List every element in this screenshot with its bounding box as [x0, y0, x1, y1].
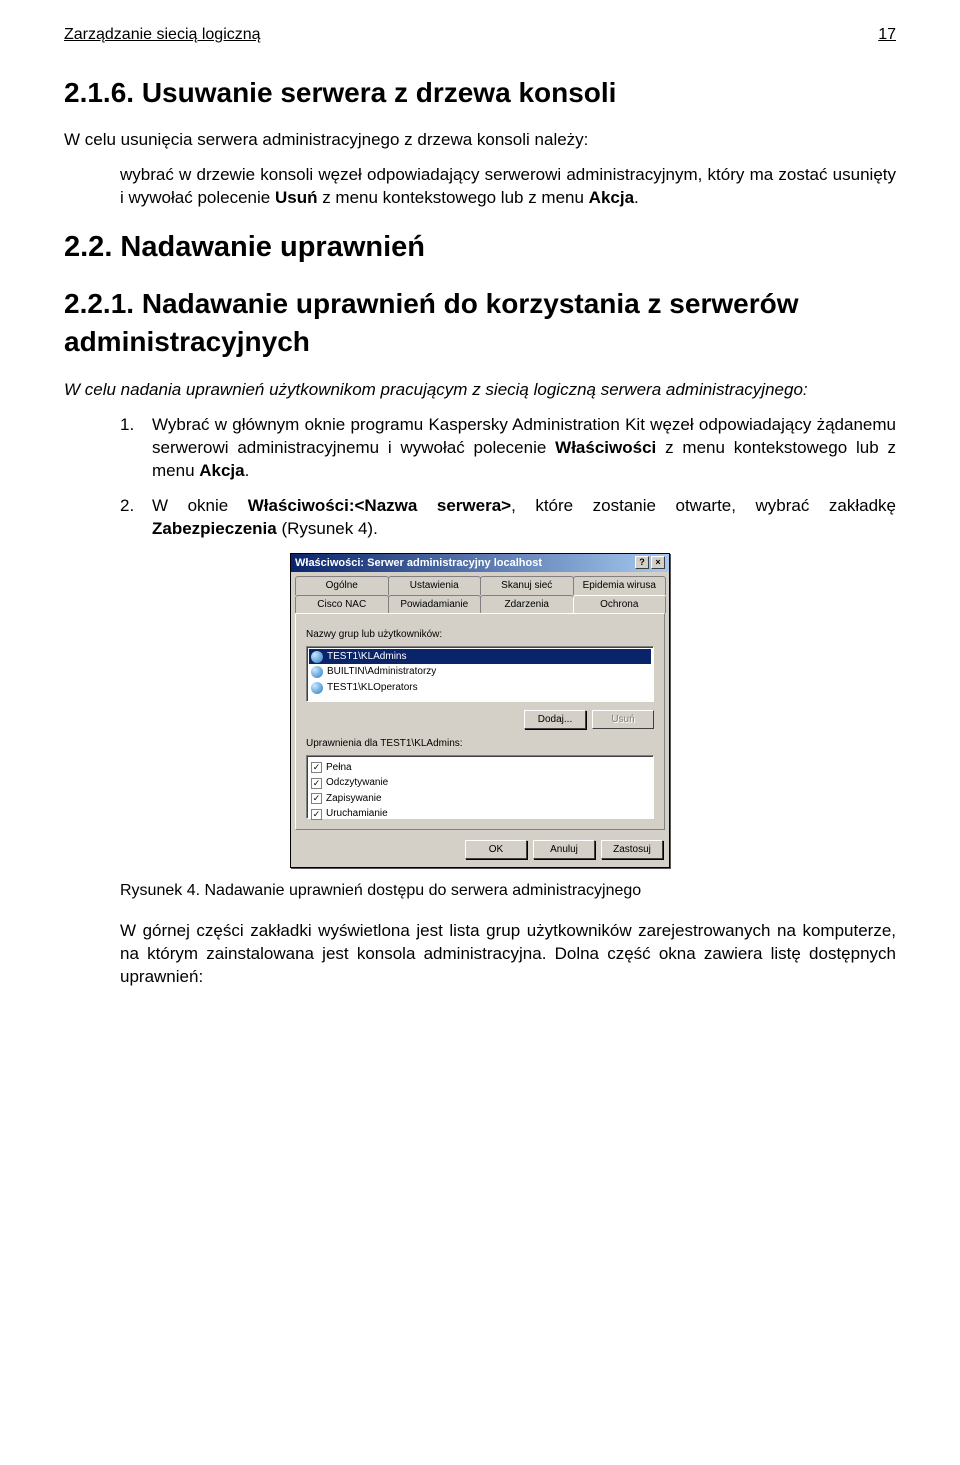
group-item-kladmins[interactable]: TEST1\KLAdmins [309, 649, 651, 665]
group-icon [311, 682, 323, 694]
dialog-footer: OK Anuluj Zastosuj [291, 834, 669, 868]
figure-4: Właściwości: Serwer administracyjny loca… [64, 553, 896, 869]
page-header: Zarządzanie siecią logiczną 17 [64, 24, 896, 46]
properties-dialog: Właściwości: Serwer administracyjny loca… [290, 553, 670, 869]
permissions-list: ✓Pełna ✓Odczytywanie ✓Zapisywanie ✓Uruch… [306, 755, 654, 819]
tabs-row-2: Cisco NAC Powiadamianie Zdarzenia Ochron… [291, 595, 669, 614]
apply-button[interactable]: Zastosuj [601, 840, 663, 860]
groups-listbox[interactable]: TEST1\KLAdmins BUILTIN\Administratorzy T… [306, 646, 654, 702]
tab-notify[interactable]: Powiadamianie [388, 595, 482, 614]
ok-button[interactable]: OK [465, 840, 527, 860]
step-2-text: W oknie Właściwości:<Nazwa serwera>, któ… [152, 495, 896, 541]
group-item-kloperators[interactable]: TEST1\KLOperators [309, 680, 651, 696]
perm-read[interactable]: ✓Odczytywanie [311, 775, 649, 791]
checkbox-icon[interactable]: ✓ [311, 762, 322, 773]
cancel-button[interactable]: Anuluj [533, 840, 595, 860]
step-1-text: Wybrać w głównym oknie programu Kaspersk… [152, 414, 896, 483]
perm-execute[interactable]: ✓Uruchamianie [311, 806, 649, 822]
tab-cisco[interactable]: Cisco NAC [295, 595, 389, 614]
tab-epidemic[interactable]: Epidemia wirusa [573, 576, 667, 595]
tab-scan[interactable]: Skanuj sieć [480, 576, 574, 595]
dialog-titlebar: Właściwości: Serwer administracyjny loca… [291, 554, 669, 573]
group-buttons: Dodaj... Usuń [306, 710, 654, 730]
group-icon [311, 666, 323, 678]
step-2: 2. W oknie Właściwości:<Nazwa serwera>, … [120, 495, 896, 541]
body-text-2-1-6: wybrać w drzewie konsoli węzeł odpowiada… [120, 164, 896, 210]
step-1: 1. Wybrać w głównym oknie programu Kaspe… [120, 414, 896, 483]
step-number: 2. [120, 495, 142, 541]
dialog-title: Właściwości: Serwer administracyjny loca… [295, 556, 542, 571]
tab-security[interactable]: Ochrona [573, 595, 667, 614]
add-button[interactable]: Dodaj... [524, 710, 586, 730]
help-icon[interactable]: ? [635, 556, 649, 569]
tabs-row-1: Ogólne Ustawienia Skanuj sieć Epidemia w… [291, 572, 669, 595]
heading-2-2: 2.2. Nadawanie uprawnień [64, 228, 896, 267]
checkbox-icon[interactable]: ✓ [311, 778, 322, 789]
figure-caption: Rysunek 4. Nadawanie uprawnień dostępu d… [120, 880, 896, 902]
close-icon[interactable]: × [651, 556, 665, 569]
intro-2-1-6: W celu usunięcia serwera administracyjne… [64, 129, 896, 152]
group-item-builtin-admins[interactable]: BUILTIN\Administratorzy [309, 664, 651, 680]
bottom-paragraph: W górnej części zakładki wyświetlona jes… [64, 920, 896, 989]
tab-general[interactable]: Ogólne [295, 576, 389, 595]
groups-label: Nazwy grup lub użytkowników: [306, 628, 654, 642]
remove-button[interactable]: Usuń [592, 710, 654, 730]
tab-settings[interactable]: Ustawienia [388, 576, 482, 595]
group-icon [311, 651, 323, 663]
tab-events[interactable]: Zdarzenia [480, 595, 574, 614]
dialog-body: Nazwy grup lub użytkowników: TEST1\KLAdm… [295, 613, 665, 830]
body-2-1-6: wybrać w drzewie konsoli węzeł odpowiada… [64, 164, 896, 210]
heading-2-2-1: 2.2.1. Nadawanie uprawnień do korzystani… [64, 285, 896, 361]
intro-2-2-1: W celu nadania uprawnień użytkownikom pr… [64, 379, 896, 402]
header-left: Zarządzanie siecią logiczną [64, 24, 261, 46]
checkbox-icon[interactable]: ✓ [311, 793, 322, 804]
perm-write[interactable]: ✓Zapisywanie [311, 791, 649, 807]
step-number: 1. [120, 414, 142, 483]
permissions-label: Uprawnienia dla TEST1\KLAdmins: [306, 737, 654, 751]
header-page-number: 17 [878, 24, 896, 46]
heading-2-1-6: 2.1.6. Usuwanie serwera z drzewa konsoli [64, 74, 896, 112]
perm-full[interactable]: ✓Pełna [311, 760, 649, 776]
steps-list: 1. Wybrać w głównym oknie programu Kaspe… [64, 414, 896, 541]
checkbox-icon[interactable]: ✓ [311, 809, 322, 820]
